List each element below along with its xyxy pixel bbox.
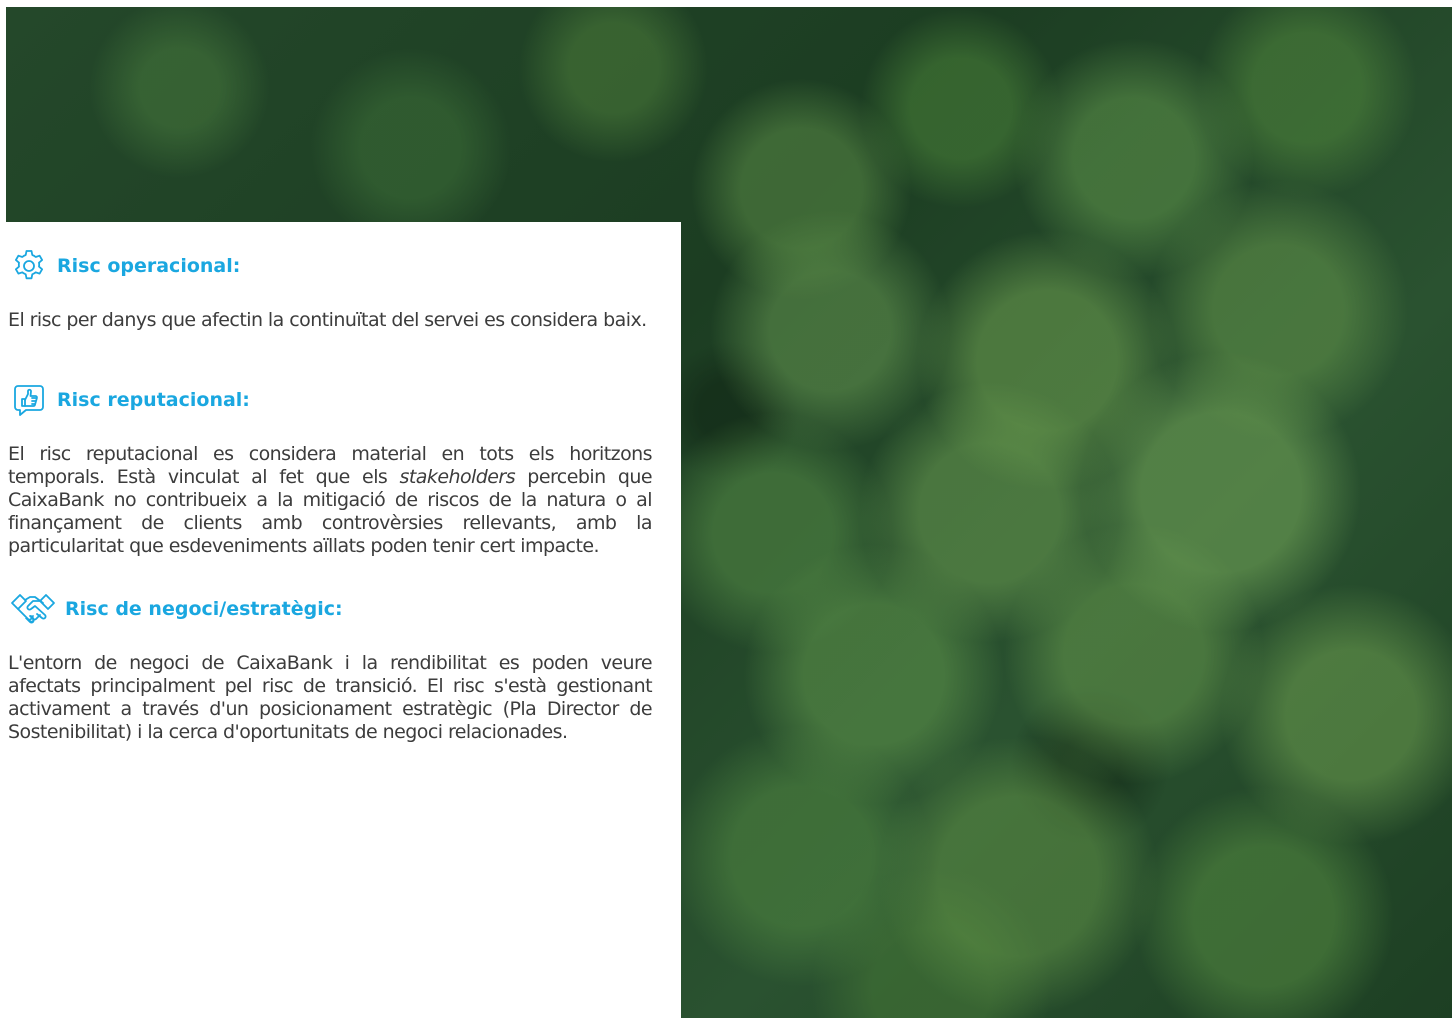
body-italic-term: stakeholders <box>399 466 516 488</box>
section-heading-reputational: Risc reputacional: <box>9 380 250 420</box>
section-heading-operational: Risc operacional: <box>9 246 240 286</box>
section-body-reputational: El risc reputacional es considera materi… <box>8 443 653 558</box>
thumbs-up-icon <box>9 380 49 420</box>
section-title: Risc reputacional: <box>57 389 250 411</box>
content-panel: Risc operacional: El risc per danys que … <box>0 222 681 1018</box>
gear-icon <box>9 246 49 286</box>
section-title: Risc de negoci/estratègic: <box>65 598 343 620</box>
section-title: Risc operacional: <box>57 255 241 277</box>
section-heading-business: Risc de negoci/estratègic: <box>9 589 343 629</box>
handshake-icon <box>9 589 57 629</box>
section-body-operational: El risc per danys que afectin la continu… <box>8 309 647 331</box>
section-body-business: L'entorn de negoci de CaixaBank i la ren… <box>8 652 653 743</box>
